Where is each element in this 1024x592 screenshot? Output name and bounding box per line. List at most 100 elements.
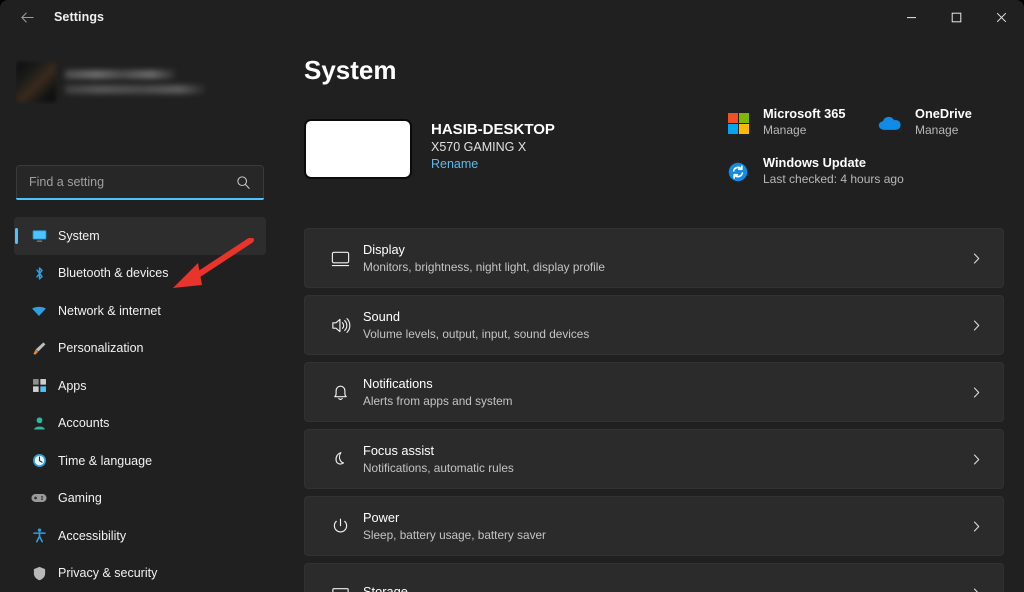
sidebar-item-privacy-security[interactable]: Privacy & security — [14, 555, 266, 592]
sidebar-item-label: Personalization — [58, 341, 143, 355]
chevron-right-icon — [970, 319, 983, 332]
paintbrush-icon — [26, 340, 52, 357]
minimize-button[interactable] — [889, 0, 934, 34]
chevron-right-icon — [970, 386, 983, 399]
sidebar-item-time-language[interactable]: Time & language — [14, 442, 266, 480]
sidebar-item-apps[interactable]: Apps — [14, 367, 266, 405]
card-title: Notifications — [363, 376, 970, 391]
card-title: Display — [363, 242, 970, 257]
maximize-icon — [951, 12, 962, 23]
quick-link-windows-update[interactable]: Windows Update Last checked: 4 hours ago — [723, 155, 1013, 187]
sidebar-item-label: Apps — [58, 379, 87, 393]
sidebar-item-label: Gaming — [58, 491, 102, 505]
power-icon — [317, 516, 363, 537]
quick-link-text: Windows Update Last checked: 4 hours ago — [763, 155, 904, 186]
device-name: HASIB-DESKTOP — [431, 121, 555, 138]
chevron-right-icon — [970, 453, 983, 466]
search-icon — [236, 175, 251, 190]
card-title: Sound — [363, 309, 970, 324]
sidebar-item-label: Bluetooth & devices — [58, 266, 169, 280]
quick-link-onedrive[interactable]: OneDrive Manage — [875, 106, 972, 138]
sidebar-item-label: Privacy & security — [58, 566, 157, 580]
sidebar-item-label: System — [58, 229, 100, 243]
quick-links: Microsoft 365 Manage OneDrive Manage — [723, 106, 1013, 187]
close-button[interactable] — [979, 0, 1024, 34]
sidebar-item-label: Time & language — [58, 454, 152, 468]
device-model: X570 GAMING X — [431, 140, 555, 154]
quick-link-subtitle[interactable]: Manage — [763, 123, 846, 137]
page-title: System — [304, 55, 397, 86]
monitor-icon — [317, 248, 363, 269]
monitor-icon — [26, 227, 52, 244]
card-subtitle: Alerts from apps and system — [363, 394, 970, 408]
sidebar-item-bluetooth-devices[interactable]: Bluetooth & devices — [14, 255, 266, 293]
back-button[interactable] — [10, 2, 44, 32]
quick-links-row: Microsoft 365 Manage OneDrive Manage — [723, 106, 1013, 138]
search-box[interactable]: Find a setting — [16, 165, 264, 198]
card-subtitle: Volume levels, output, input, sound devi… — [363, 327, 970, 341]
onedrive-cloud-icon — [875, 108, 905, 138]
card-text: Notifications Alerts from apps and syste… — [363, 376, 970, 408]
moon-icon — [317, 449, 363, 470]
windows-update-sync-icon — [723, 157, 753, 187]
card-text: Storage — [363, 584, 970, 592]
card-title: Focus assist — [363, 443, 970, 458]
settings-card-focus-assist[interactable]: Focus assist Notifications, automatic ru… — [304, 429, 1004, 489]
bluetooth-icon — [26, 265, 52, 282]
avatar — [16, 62, 56, 102]
settings-card-power[interactable]: Power Sleep, battery usage, battery save… — [304, 496, 1004, 556]
speaker-icon — [317, 315, 363, 336]
chevron-right-icon — [970, 520, 983, 533]
person-icon — [26, 415, 52, 432]
card-subtitle: Notifications, automatic rules — [363, 461, 970, 475]
sidebar-nav: System Bluetooth & devices Network & int… — [0, 217, 280, 592]
chevron-right-icon — [970, 587, 983, 592]
settings-card-sound[interactable]: Sound Volume levels, output, input, soun… — [304, 295, 1004, 355]
rename-link[interactable]: Rename — [431, 157, 478, 171]
accessibility-icon — [26, 527, 52, 544]
sidebar-item-network-internet[interactable]: Network & internet — [14, 292, 266, 330]
card-subtitle: Monitors, brightness, night light, displ… — [363, 260, 970, 274]
close-icon — [996, 12, 1007, 23]
sidebar-item-personalization[interactable]: Personalization — [14, 330, 266, 368]
user-profile[interactable] — [16, 60, 216, 104]
main-content: System HASIB-DESKTOP X570 GAMING X Renam… — [280, 34, 1024, 592]
microsoft-logo-icon — [723, 108, 753, 138]
settings-cards: Display Monitors, brightness, night ligh… — [304, 228, 1004, 592]
settings-window: Settings — [0, 0, 1024, 592]
sidebar-item-accounts[interactable]: Accounts — [14, 405, 266, 443]
sidebar-item-gaming[interactable]: Gaming — [14, 480, 266, 518]
minimize-icon — [906, 12, 917, 23]
window-title: Settings — [54, 10, 104, 24]
apps-icon — [26, 377, 52, 394]
quick-link-subtitle[interactable]: Manage — [915, 123, 972, 137]
sidebar-item-accessibility[interactable]: Accessibility — [14, 517, 266, 555]
settings-card-notifications[interactable]: Notifications Alerts from apps and syste… — [304, 362, 1004, 422]
card-title: Power — [363, 510, 970, 525]
sidebar-item-label: Network & internet — [58, 304, 161, 318]
card-subtitle: Sleep, battery usage, battery saver — [363, 528, 970, 542]
sidebar-item-system[interactable]: System — [14, 217, 266, 255]
quick-link-microsoft-365[interactable]: Microsoft 365 Manage — [723, 106, 875, 138]
card-title: Storage — [363, 584, 970, 592]
storage-icon — [317, 583, 363, 592]
maximize-button[interactable] — [934, 0, 979, 34]
settings-card-storage[interactable]: Storage — [304, 563, 1004, 592]
search-input[interactable]: Find a setting — [29, 175, 236, 189]
gamepad-icon — [26, 489, 52, 507]
shield-icon — [26, 565, 52, 582]
sidebar-item-label: Accounts — [58, 416, 109, 430]
settings-card-display[interactable]: Display Monitors, brightness, night ligh… — [304, 228, 1004, 288]
bell-icon — [317, 382, 363, 403]
card-text: Focus assist Notifications, automatic ru… — [363, 443, 970, 475]
card-text: Sound Volume levels, output, input, soun… — [363, 309, 970, 341]
profile-name-blurred — [65, 70, 175, 79]
device-info: HASIB-DESKTOP X570 GAMING X Rename — [431, 119, 555, 173]
wifi-icon — [26, 302, 52, 320]
chevron-right-icon — [970, 252, 983, 265]
sidebar: Find a setting System — [0, 34, 280, 592]
clock-icon — [26, 452, 52, 469]
back-arrow-icon — [20, 10, 35, 25]
sidebar-item-label: Accessibility — [58, 529, 126, 543]
quick-link-text: OneDrive Manage — [915, 106, 972, 137]
